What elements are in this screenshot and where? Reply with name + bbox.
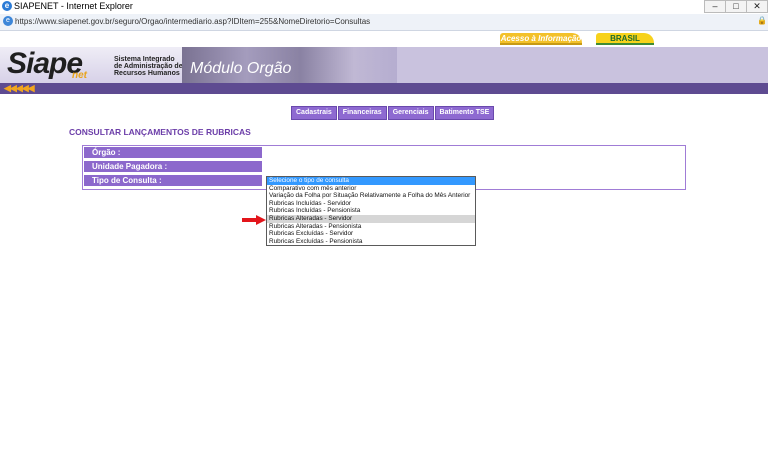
module-title: Módulo Orgão — [190, 60, 292, 77]
listbox-option[interactable]: Rubricas Alteradas - Pensionista — [267, 223, 475, 231]
listbox-option[interactable]: Selecione o tipo de consulta — [267, 177, 475, 185]
back-arrows-icon[interactable]: ◀◀◀◀◀ — [4, 83, 35, 94]
acesso-informacao-link[interactable]: Acesso à Informação — [500, 33, 582, 45]
address-url[interactable]: https://www.siapenet.gov.br/seguro/Orgao… — [15, 17, 370, 26]
menu-item-financeiras[interactable]: Financeiras — [337, 106, 387, 120]
siape-net-logo: net — [72, 70, 87, 81]
site-icon: e — [3, 16, 13, 26]
listbox-option[interactable]: Rubricas Incluídas - Servidor — [267, 200, 475, 208]
logo-subtitle: Sistema Integrado de Administração de Re… — [114, 56, 183, 77]
menu-item-gerenciais[interactable]: Gerenciais — [387, 106, 434, 120]
listbox-option[interactable]: Comparativo com mês anterior — [267, 185, 475, 193]
menu-item-batimento-tse[interactable]: Batimento TSE — [434, 106, 495, 120]
main-menu: Cadastrais Financeiras Gerenciais Batime… — [291, 106, 495, 120]
unidade-pagadora-label: Unidade Pagadora : — [84, 161, 262, 172]
close-button[interactable]: ✕ — [746, 0, 768, 13]
nav-strip — [0, 83, 768, 94]
listbox-option[interactable]: Variação da Folha por Situação Relativam… — [267, 192, 475, 200]
menu-item-cadastrais[interactable]: Cadastrais — [291, 106, 337, 120]
orgao-label: Órgão : — [84, 147, 262, 158]
tipo-consulta-label: Tipo de Consulta : — [84, 175, 262, 186]
brasil-link[interactable]: BRASIL — [596, 33, 654, 45]
siape-logo: Siape — [7, 47, 83, 80]
listbox-option[interactable]: Rubricas Excluídas - Servidor — [267, 230, 475, 238]
tipo-consulta-listbox[interactable]: Selecione o tipo de consulta Comparativo … — [266, 176, 476, 246]
listbox-option[interactable]: Rubricas Incluídas - Pensionista — [267, 207, 475, 215]
window-title: SIAPENET - Internet Explorer — [14, 1, 133, 11]
page-title: CONSULTAR LANÇAMENTOS DE RUBRICAS — [69, 127, 251, 137]
red-arrow-icon — [242, 215, 266, 225]
listbox-option[interactable]: Rubricas Excluídas - Pensionista — [267, 238, 475, 246]
lock-icon[interactable]: 🔒 — [757, 16, 767, 25]
maximize-button[interactable]: □ — [725, 0, 747, 13]
internet-explorer-icon: e — [2, 1, 12, 11]
minimize-button[interactable]: – — [704, 0, 726, 13]
listbox-option[interactable]: Rubricas Alteradas - Servidor — [267, 214, 475, 223]
